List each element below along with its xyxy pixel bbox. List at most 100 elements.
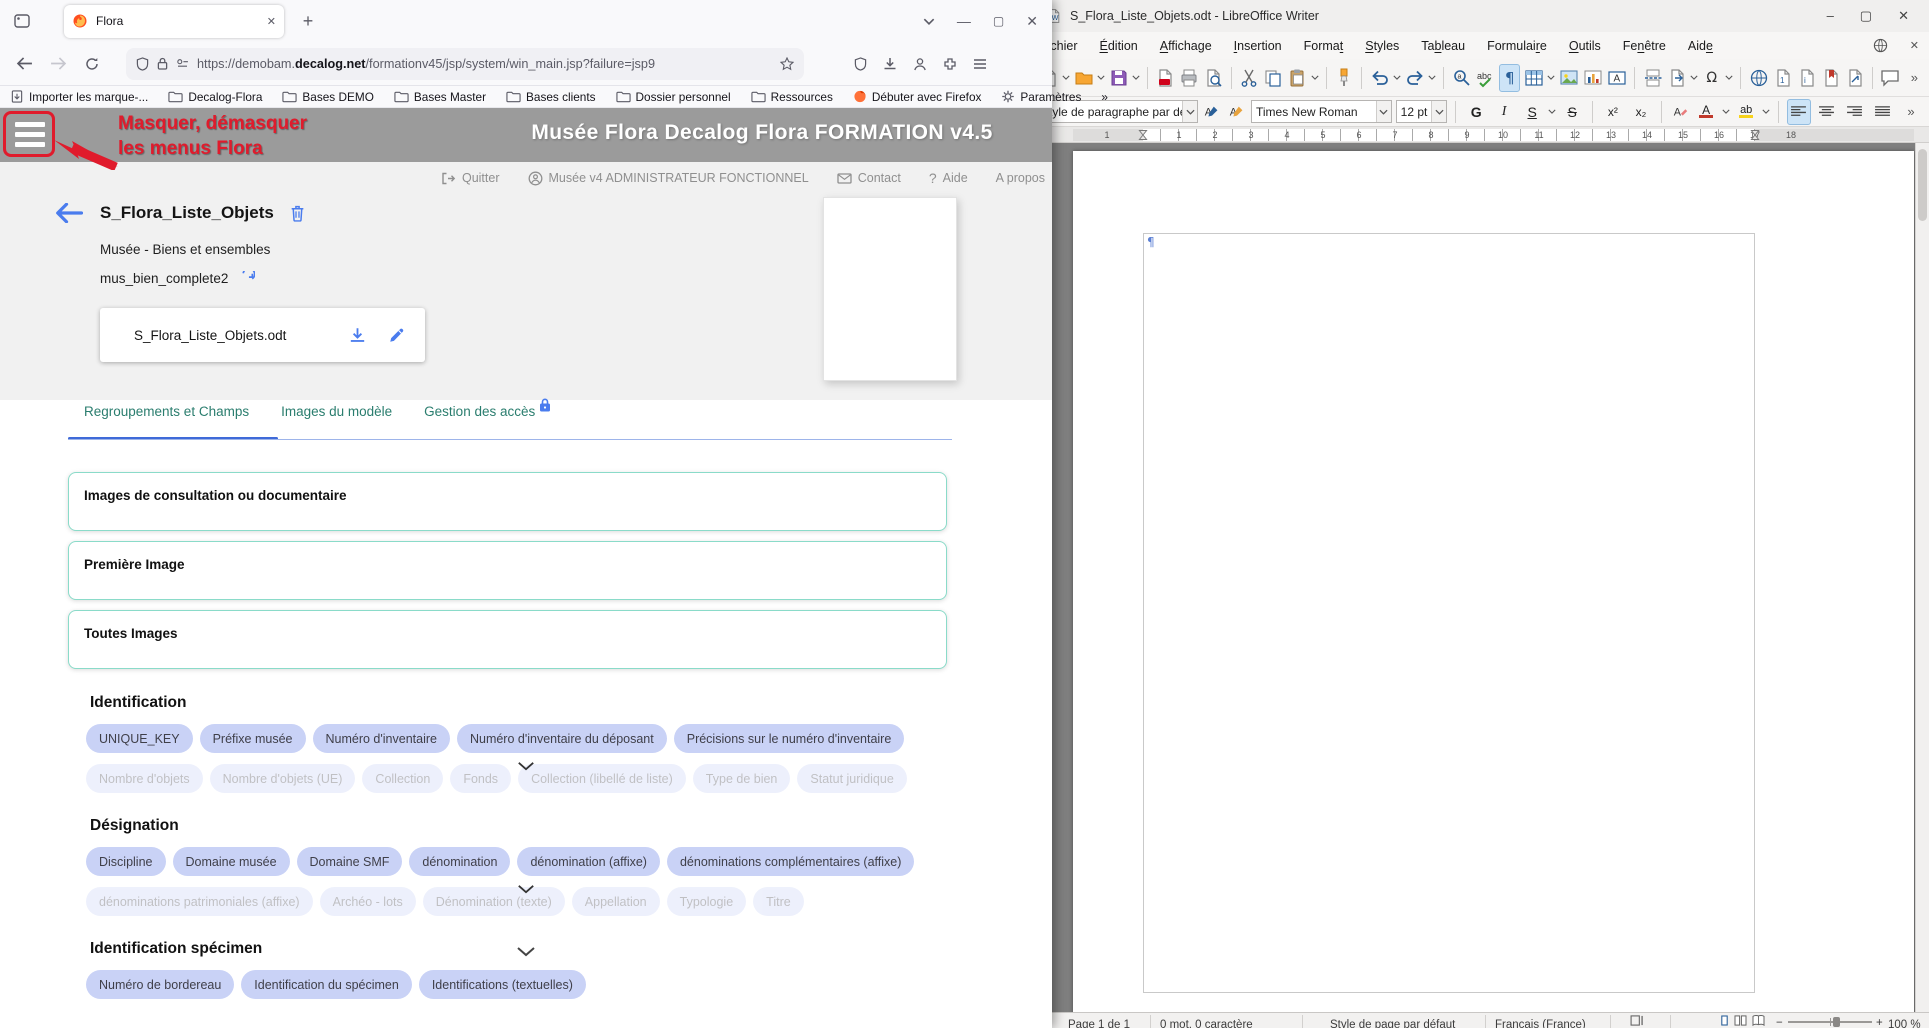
field-pill[interactable]: Identification du spécimen <box>241 970 412 999</box>
field-pill[interactable]: dénomination (affixe) <box>517 847 660 876</box>
highlight-color-button[interactable]: ab <box>1734 99 1758 125</box>
zoom-slider-thumb[interactable] <box>1833 1017 1840 1027</box>
about-button[interactable]: A propos <box>996 171 1045 185</box>
writer-titlebar[interactable]: W S_Flora_Liste_Objets.odt - LibreOffice… <box>1030 0 1929 32</box>
field-pill[interactable]: Dénomination (texte) <box>423 887 565 916</box>
menu-affichage[interactable]: Affichage <box>1160 39 1212 53</box>
font-name-combobox[interactable]: Times New Roman <box>1251 100 1392 123</box>
strikethrough-button[interactable]: S <box>1560 99 1584 125</box>
new-style-button[interactable] <box>1226 98 1246 126</box>
zoom-slider[interactable] <box>1788 1021 1872 1023</box>
field-pill[interactable]: Domaine musée <box>173 847 290 876</box>
menu-formulaire[interactable]: Formulaire <box>1487 39 1547 53</box>
special-character-icon[interactable]: Ω <box>1701 64 1722 92</box>
download-file-icon[interactable] <box>349 327 366 344</box>
formatting-marks-icon[interactable]: ¶ <box>1499 64 1520 92</box>
pocket-shield-icon[interactable] <box>854 57 867 71</box>
insert-table-icon[interactable] <box>1523 64 1544 92</box>
app-menu-icon[interactable] <box>973 58 987 70</box>
flora-tab-images-du-mod-le[interactable]: Images du modèle <box>281 404 392 431</box>
image-group-box[interactable]: Toutes Images <box>68 610 947 669</box>
special-character-dropdown[interactable] <box>1725 64 1733 92</box>
paste-icon[interactable] <box>1287 64 1308 92</box>
flora-tab-gestion-des-acc-s[interactable]: Gestion des accès <box>424 404 551 431</box>
field-pill[interactable]: Nombre d'objets (UE) <box>210 764 356 793</box>
tab-close-icon[interactable]: ✕ <box>267 15 276 28</box>
view-book-icon[interactable] <box>1752 1015 1765 1026</box>
menu-insertion[interactable]: Insertion <box>1234 39 1282 53</box>
insert-comment-icon[interactable] <box>1880 64 1901 92</box>
statusbar-page-count[interactable]: Page 1 de 1 <box>1068 1015 1130 1028</box>
formatbar-overflow-button[interactable]: » <box>1899 99 1923 125</box>
print-preview-icon[interactable] <box>1203 64 1224 92</box>
field-pill[interactable]: Domaine SMF <box>297 847 403 876</box>
zoom-out-button[interactable]: − <box>1776 1013 1783 1028</box>
field-pill[interactable]: Préfixe musée <box>200 724 306 753</box>
field-pill[interactable]: Type de bien <box>693 764 791 793</box>
insert-footnote-icon[interactable] <box>1772 64 1793 92</box>
align-center-button[interactable] <box>1815 99 1839 125</box>
cut-icon[interactable] <box>1239 64 1260 92</box>
window-maximize-button[interactable]: ▢ <box>993 14 1004 28</box>
horizontal-ruler[interactable]: 1123456789101112131415161718 <box>1030 127 1929 143</box>
undo-dropdown[interactable] <box>1393 64 1401 92</box>
close-document-button[interactable]: ✕ <box>1910 39 1919 52</box>
extensions-icon[interactable] <box>943 57 957 71</box>
underline-dropdown[interactable] <box>1548 98 1556 126</box>
account-icon[interactable] <box>913 57 927 71</box>
field-pill[interactable]: Numéro d'inventaire du déposant <box>457 724 667 753</box>
field-pill[interactable]: dénominations patrimoniales (affixe) <box>86 887 313 916</box>
contact-button[interactable]: Contact <box>837 171 901 185</box>
bookmark-item[interactable]: Bases DEMO <box>282 90 373 104</box>
document-area[interactable]: ¶ <box>1030 143 1929 1012</box>
firefox-view-icon[interactable] <box>8 7 36 35</box>
redo-icon[interactable] <box>1404 64 1425 92</box>
statusbar-language[interactable]: Français (France) <box>1495 1015 1586 1028</box>
statusbar-word-count[interactable]: 0 mot, 0 caractère <box>1160 1015 1253 1028</box>
new-tab-button[interactable]: + <box>294 7 322 35</box>
copy-icon[interactable] <box>1263 64 1284 92</box>
page-break-icon[interactable] <box>1642 64 1663 92</box>
right-indent-marker[interactable] <box>1751 128 1760 146</box>
font-color-button[interactable]: A <box>1694 99 1718 125</box>
bookmark-item[interactable]: Decalog-Flora <box>168 90 262 104</box>
downloads-icon[interactable] <box>883 57 897 71</box>
image-group-box[interactable]: Première Image <box>68 541 947 600</box>
writer-maximize-button[interactable]: ▢ <box>1860 8 1872 24</box>
field-pill[interactable]: Discipline <box>86 847 166 876</box>
delete-trash-icon[interactable] <box>290 205 305 222</box>
url-bar[interactable]: https://demobam.decalog.net/formationv45… <box>126 48 804 80</box>
font-size-combobox[interactable]: 12 pt <box>1396 100 1448 123</box>
superscript-button[interactable]: x² <box>1601 99 1625 125</box>
field-pill[interactable]: Fonds <box>450 764 511 793</box>
scroll-down-chevron-icon[interactable] <box>516 946 536 957</box>
new-doc-dropdown[interactable] <box>1062 64 1070 92</box>
bookmark-item[interactable]: Importer les marque-... <box>10 90 148 104</box>
bookmark-item[interactable]: Bases Master <box>394 90 486 104</box>
bookmark-item[interactable]: Dossier personnel <box>616 90 731 104</box>
reload-button[interactable] <box>78 50 106 78</box>
field-pill[interactable]: dénomination <box>409 847 510 876</box>
bookmark-item[interactable]: Bases clients <box>506 90 596 104</box>
writer-minimize-button[interactable]: – <box>1827 8 1834 24</box>
redo-dropdown[interactable] <box>1428 64 1436 92</box>
save-dropdown[interactable] <box>1132 64 1140 92</box>
flora-tab-regroupements-et-champs[interactable]: Regroupements et Champs <box>84 404 249 431</box>
field-pill[interactable]: Numéro d'inventaire <box>313 724 450 753</box>
menu-tableau[interactable]: Tableau <box>1421 39 1465 53</box>
insert-textbox-icon[interactable] <box>1606 64 1627 92</box>
edit-pencil-icon[interactable] <box>388 327 405 344</box>
back-button[interactable] <box>10 50 38 78</box>
quit-button[interactable]: Quitter <box>441 171 500 185</box>
refresh-icon[interactable] <box>238 271 255 286</box>
insert-field-icon[interactable] <box>1666 64 1687 92</box>
browser-tab-flora[interactable]: Flora ✕ <box>64 5 284 38</box>
language-globe-icon[interactable] <box>1873 38 1888 53</box>
field-pill[interactable]: Précisions sur le numéro d'inventaire <box>674 724 905 753</box>
save-icon[interactable] <box>1108 64 1129 92</box>
menu-fenêtre[interactable]: Fenêtre <box>1623 39 1666 53</box>
align-justify-button[interactable] <box>1871 99 1895 125</box>
field-pill[interactable]: Statut juridique <box>797 764 906 793</box>
field-pill[interactable]: Titre <box>753 887 804 916</box>
field-pill[interactable]: Nombre d'objets <box>86 764 203 793</box>
